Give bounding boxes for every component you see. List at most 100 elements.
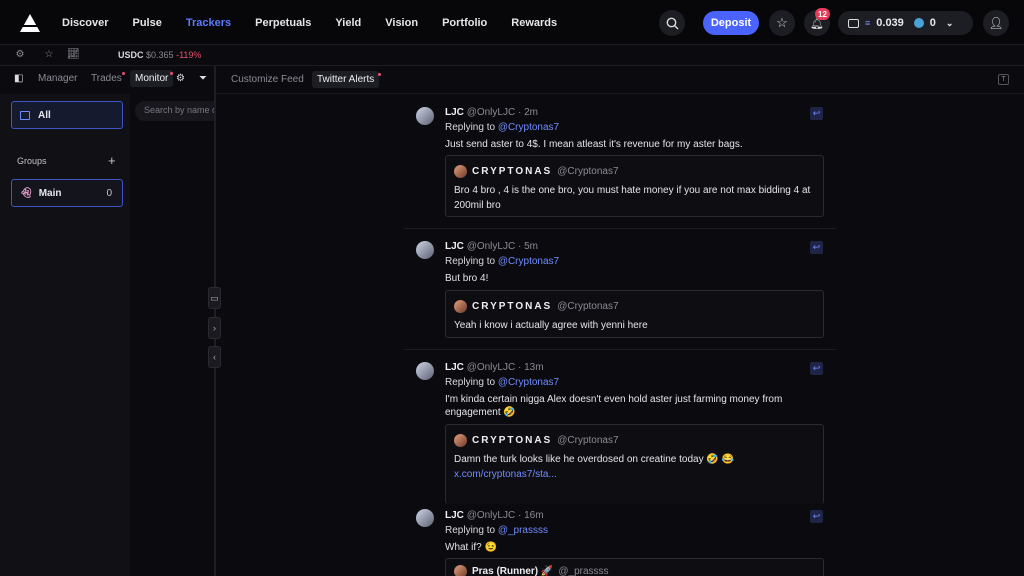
nav-perpetuals[interactable]: Perpetuals <box>255 17 311 29</box>
add-group-icon[interactable]: + <box>108 153 116 168</box>
quoted-name: Pras (Runner) 🚀 <box>472 566 554 576</box>
quoted-header: Pras (Runner) 🚀 @_prassss <box>454 565 609 576</box>
replying-prefix: Replying to <box>445 377 498 388</box>
author-name: LJC <box>445 107 464 118</box>
quoted-handle: @_prassss <box>558 566 609 576</box>
sol-balance: 0.039 <box>876 17 904 29</box>
nav-pulse[interactable]: Pulse <box>132 17 161 29</box>
avatar[interactable] <box>416 509 434 527</box>
reply-icon[interactable]: ↩ <box>810 362 823 375</box>
ticker-symbol: USDC <box>118 50 144 60</box>
star-icon: ☆ <box>776 15 788 30</box>
tweet-header: LJC @OnlyLJC · 16m <box>445 510 544 521</box>
token-icon <box>913 18 924 28</box>
all-groups-button[interactable]: All <box>11 101 123 129</box>
filter-icon[interactable]: ⏷ <box>199 73 207 84</box>
tab-manager[interactable]: Manager <box>38 73 77 84</box>
quoted-tweet[interactable]: Pras (Runner) 🚀 @_prassss <box>445 558 824 576</box>
solana-icon: ≡ <box>865 18 871 28</box>
reply-context: Replying to @Cryptonas7 <box>445 256 559 267</box>
tweet-text: What if? 😉 <box>445 542 497 553</box>
quoted-text: Yeah i know i actually agree with yenni … <box>454 320 648 331</box>
watchlist-button[interactable]: ☆ <box>769 10 795 36</box>
reply-icon[interactable]: ↩ <box>810 107 823 120</box>
reply-mention-link[interactable]: @Cryptonas7 <box>498 377 559 388</box>
quoted-tweet[interactable]: CRYPTONAS @Cryptonas7 Bro 4 bro , 4 is th… <box>445 155 824 217</box>
chart-icon[interactable]: 📈︎ <box>67 49 80 61</box>
tab-trades[interactable]: Trades <box>91 73 122 84</box>
reply-context: Replying to @Cryptonas7 <box>445 377 559 388</box>
chevron-right-icon[interactable]: › <box>208 317 221 339</box>
deposit-button[interactable]: Deposit <box>703 11 759 35</box>
app-logo-icon[interactable] <box>20 14 40 32</box>
reply-mention-link[interactable]: @_prassss <box>498 525 548 536</box>
avatar[interactable] <box>416 362 434 380</box>
nav-discover[interactable]: Discover <box>62 17 108 29</box>
avatar[interactable] <box>416 241 434 259</box>
reply-icon[interactable]: ↩ <box>810 241 823 254</box>
quoted-text: Damn the turk looks like he overdosed on… <box>454 452 814 482</box>
chevron-left-icon[interactable]: ‹ <box>208 346 221 368</box>
search-input[interactable]: Search by name or... <box>135 101 215 121</box>
avatar <box>454 434 467 447</box>
account-button[interactable]: 👤︎ <box>983 10 1009 36</box>
gear-icon[interactable]: ⚙ <box>14 49 26 61</box>
folder-icon <box>20 110 30 120</box>
nav-rewards[interactable]: Rewards <box>511 17 557 29</box>
tweet-text: But bro 4! <box>445 273 489 284</box>
nav-yield[interactable]: Yield <box>335 17 361 29</box>
author-meta: @OnlyLJC · 5m <box>466 241 538 252</box>
tab-twitter-alerts[interactable]: Twitter Alerts <box>312 71 380 88</box>
text-size-icon[interactable]: T <box>998 74 1009 85</box>
reply-mention-link[interactable]: @Cryptonas7 <box>498 256 559 267</box>
reply-mention-link[interactable]: @Cryptonas7 <box>498 122 559 133</box>
gear-icon[interactable]: ⚙ <box>176 73 185 84</box>
tweet-header: LJC @OnlyLJC · 13m <box>445 362 544 373</box>
monitor-unread-dot <box>170 72 173 75</box>
replying-prefix: Replying to <box>445 122 498 133</box>
author-name: LJC <box>445 510 464 521</box>
quoted-header: CRYPTONAS @Cryptonas7 <box>454 434 619 447</box>
tab-monitor[interactable]: Monitor <box>130 70 174 87</box>
search-icon <box>666 17 678 29</box>
reply-icon[interactable]: ↩ <box>810 510 823 523</box>
notification-badge: 12 <box>815 8 830 20</box>
quoted-tweet[interactable]: CRYPTONAS @Cryptonas7 Damn the turk looks… <box>445 424 824 504</box>
tab-customize-feed[interactable]: Customize Feed <box>231 74 304 85</box>
trades-unread-dot <box>122 72 125 75</box>
quoted-handle: @Cryptonas7 <box>557 435 619 446</box>
tweet-header: LJC @OnlyLJC · 2m <box>445 107 538 118</box>
search-button[interactable] <box>659 10 685 36</box>
tweet-header: LJC @OnlyLJC · 5m <box>445 241 538 252</box>
ticker-item[interactable]: USDC $0.365 -119% <box>118 50 201 60</box>
author-meta: @OnlyLJC · 13m <box>466 362 544 373</box>
quoted-handle: @Cryptonas7 <box>557 301 619 312</box>
group-item-main[interactable]: 👻︎ Main 0 <box>11 179 123 207</box>
quoted-header: CRYPTONAS @Cryptonas7 <box>454 300 619 313</box>
nav-portfolio[interactable]: Portfolio <box>442 17 487 29</box>
user-icon: 👤︎ <box>988 16 1004 30</box>
all-label: All <box>38 109 51 121</box>
tweet-card[interactable]: LJC @OnlyLJC · 13m Replying to @Cryptona… <box>404 350 836 504</box>
quoted-tweet[interactable]: CRYPTONAS @Cryptonas7 Yeah i know i actua… <box>445 290 824 338</box>
avatar[interactable] <box>416 107 434 125</box>
quoted-link[interactable]: x.com/cryptonas7/sta... <box>454 467 814 482</box>
sub-toolbar: ⚙ ☆ 📈︎ USDC $0.365 -119% <box>0 45 1024 66</box>
quoted-handle: @Cryptonas7 <box>557 166 619 177</box>
wallet-selector[interactable]: ≡ 0.039 0 ⌄ <box>838 11 973 35</box>
groups-heading: Groups <box>17 156 47 166</box>
collapse-bottom-icon[interactable]: ▭ <box>208 287 221 309</box>
tweet-card[interactable]: LJC @OnlyLJC · 5m Replying to @Cryptonas… <box>404 229 836 350</box>
twitter-unread-dot <box>378 73 381 76</box>
reply-context: Replying to @Cryptonas7 <box>445 122 559 133</box>
ticker-price: $0.365 <box>146 50 174 60</box>
tweet-card[interactable]: LJC @OnlyLJC · 16m Replying to @_prassss… <box>404 496 836 576</box>
star-icon[interactable]: ☆ <box>43 49 55 61</box>
tweet-card[interactable]: LJC @OnlyLJC · 2m Replying to @Cryptonas… <box>404 94 836 229</box>
nav-trackers[interactable]: Trackers <box>186 17 231 29</box>
nav-vision[interactable]: Vision <box>385 17 418 29</box>
panel-toggle-icon[interactable]: ◧ <box>14 73 23 84</box>
tweet-text: I'm kinda certain nigga Alex doesn't eve… <box>445 394 783 418</box>
quoted-text-line: Damn the turk looks like he overdosed on… <box>454 454 735 465</box>
ghost-icon: 👻︎ <box>20 187 33 199</box>
